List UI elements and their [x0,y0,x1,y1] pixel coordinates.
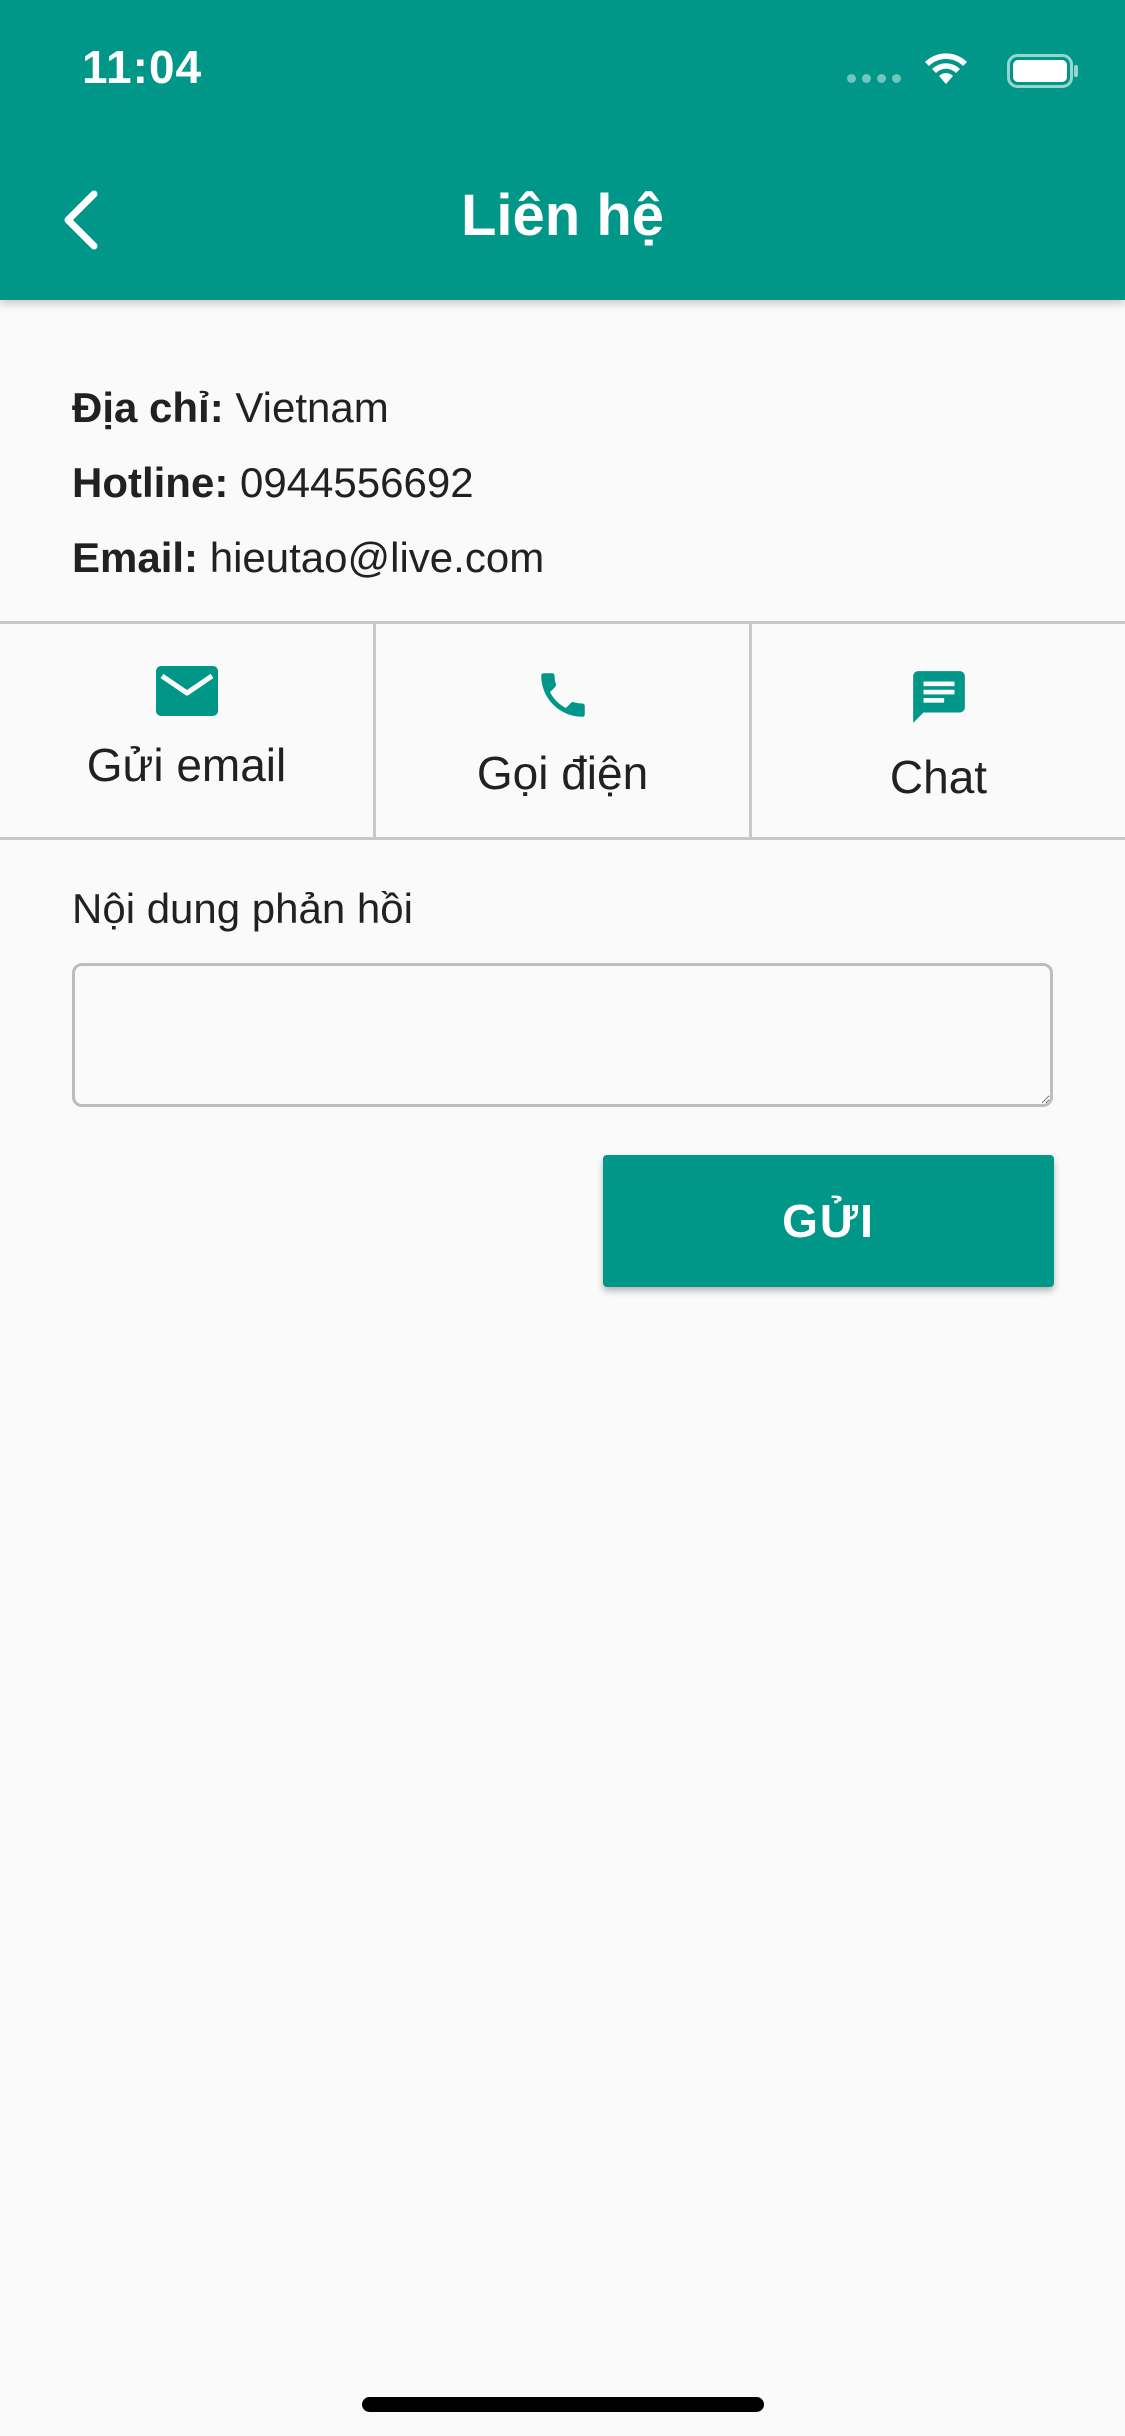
call-button[interactable]: Gọi điện [373,624,749,837]
hotline-row: Hotline: 0944556692 [72,445,544,520]
cellular-signal-icon [847,74,901,83]
phone-icon [540,673,585,717]
send-button[interactable]: GỬI [603,1155,1054,1287]
feedback-label: Nội dung phản hồi [72,885,413,932]
page-title: Liên hệ [460,183,665,248]
send-email-button[interactable]: Gửi email [0,624,373,837]
email-label: Email: [72,534,199,581]
feedback-input[interactable] [72,963,1053,1107]
send-email-label: Gửi email [86,739,287,791]
hotline-value: 0944556692 [239,459,474,506]
address-label: Địa chỉ: [72,384,224,431]
contact-actions: Gửi email Gọi điện Chat [0,621,1125,840]
contact-info: Địa chỉ: Vietnam Hotline: 0944556692 Ema… [72,370,544,595]
mail-icon [155,666,218,716]
battery-icon [1007,54,1078,88]
chat-button[interactable]: Chat [749,624,1125,837]
address-value: Vietnam [235,384,389,431]
email-value: hieutao@live.com [209,534,545,581]
app-bar: 11:04 Liên hệ [0,0,1125,300]
chat-label: Chat [889,751,988,803]
address-row: Địa chỉ: Vietnam [72,370,544,445]
email-row: Email: hieutao@live.com [72,520,544,595]
home-indicator [362,2397,764,2412]
chat-icon [912,671,965,723]
status-time: 11:04 [82,41,203,93]
call-label: Gọi điện [476,747,649,799]
hotline-label: Hotline: [72,459,229,506]
wifi-icon [925,53,967,84]
